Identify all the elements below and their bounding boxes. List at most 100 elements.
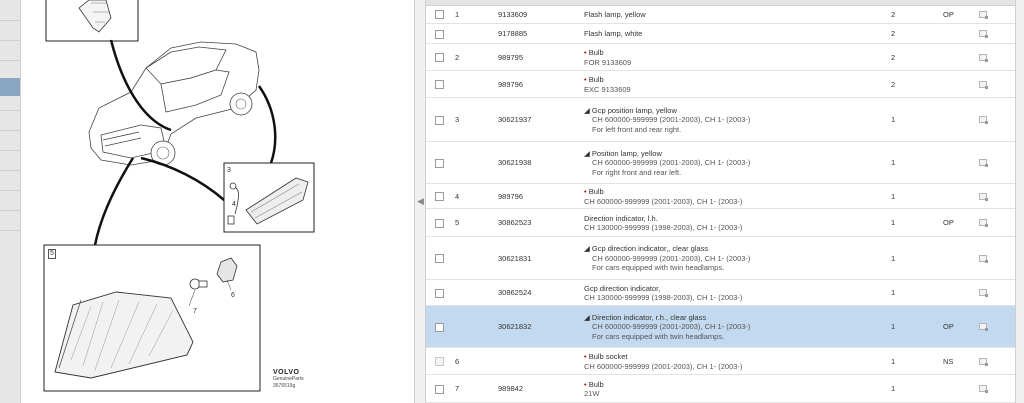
expand-triangle-icon[interactable]: ◢ xyxy=(584,244,592,253)
part-number: 989842 xyxy=(498,384,524,394)
description-detail: CH 600000-999999 (2001-2003), CH 1- (200… xyxy=(592,158,751,168)
left-nav-selected-item[interactable] xyxy=(0,78,20,96)
quantity: 1 xyxy=(891,253,896,263)
part-number: 9133609 xyxy=(498,9,528,19)
add-to-list-icon[interactable] xyxy=(979,192,988,201)
description-title: Flash lamp, white xyxy=(584,29,643,39)
add-to-list-icon[interactable] xyxy=(979,219,988,227)
parts-table: 1 9133609 Flash lamp, yellow 2 OP 9178885 Flas… xyxy=(426,0,1016,403)
diagram-number: 3576519g xyxy=(273,383,296,389)
brand-subtitle: GenuineParts xyxy=(273,376,304,382)
add-to-list-icon[interactable] xyxy=(979,53,988,62)
description-detail: CH 600000-999999 (2001-2003), CH 1- (200… xyxy=(592,322,751,332)
volvo-brand-mark: VOLVO GenuineParts 3576519g xyxy=(273,369,304,390)
description-title: Gcp direction indicator, xyxy=(584,283,661,293)
position-number: 6 xyxy=(455,356,460,366)
table-row[interactable]: 1 9133609 Flash lamp, yellow 2 OP xyxy=(426,5,1015,24)
add-to-list-icon[interactable] xyxy=(979,116,988,124)
position-number: 3 xyxy=(455,115,460,125)
row-checkbox[interactable] xyxy=(435,322,444,332)
table-row[interactable]: 9178885 Flash lamp, white 2 xyxy=(426,24,1015,44)
row-checkbox[interactable] xyxy=(435,254,444,263)
table-row[interactable]: 30621831 ◢ Gcp direction indicator,, clea… xyxy=(426,237,1015,280)
row-checkbox[interactable] xyxy=(435,80,444,89)
callout-6: 6 xyxy=(231,292,235,299)
part-description: ◢ Position lamp, yellow CH 600000-999999 … xyxy=(584,149,750,178)
row-checkbox[interactable] xyxy=(435,384,444,394)
row-checkbox[interactable] xyxy=(435,53,444,62)
quantity: 1 xyxy=(891,322,896,332)
part-number: 9178885 xyxy=(498,29,528,39)
row-checkbox xyxy=(435,357,444,366)
description-detail: For right front and rear left. xyxy=(592,167,682,177)
row-checkbox[interactable] xyxy=(435,192,444,201)
position-number: 1 xyxy=(455,9,460,19)
table-row[interactable]: 6 • Bulb socket CH 600000-999999 (2001-200… xyxy=(426,348,1015,375)
left-nav-strip xyxy=(0,0,20,403)
right-margin xyxy=(1016,0,1024,403)
table-row[interactable]: 30621938 ◢ Position lamp, yellow CH 600000… xyxy=(426,142,1015,184)
part-number: 30621938 xyxy=(498,158,532,168)
collapse-arrow-icon[interactable]: ◀ xyxy=(417,196,424,207)
callout-3: 3 xyxy=(227,167,231,174)
row-checkbox[interactable] xyxy=(435,115,444,125)
callout-7: 7 xyxy=(193,308,197,315)
part-description: • Bulb 21W xyxy=(584,380,604,399)
row-checkbox[interactable] xyxy=(435,29,444,39)
part-description: Flash lamp, yellow xyxy=(584,10,646,20)
add-to-list-icon[interactable] xyxy=(979,385,988,393)
table-row[interactable]: 2 989795 • Bulb FOR 9133609 2 xyxy=(426,44,1015,71)
description-title: Bulb xyxy=(588,187,604,196)
quantity: 1 xyxy=(891,288,896,298)
description-title: Bulb xyxy=(588,75,604,84)
row-checkbox[interactable] xyxy=(435,158,444,168)
table-row[interactable]: 30621832 ◢ Direction indicator, r.h., cle… xyxy=(426,306,1015,348)
add-to-list-icon[interactable] xyxy=(979,254,988,263)
table-row[interactable]: 3 30621937 ◢ Gcp position lamp, yellow CH 6… xyxy=(426,98,1015,142)
brand-logo: VOLVO xyxy=(273,369,300,376)
parts-exploded-diagram xyxy=(43,0,315,392)
add-to-list-icon[interactable] xyxy=(979,10,988,19)
description-detail: CH 600000-999999 (2001-2003), CH 1- (200… xyxy=(584,361,743,371)
row-checkbox[interactable] xyxy=(435,10,444,19)
row-checkbox[interactable] xyxy=(435,218,444,228)
expand-triangle-icon[interactable]: ◢ xyxy=(584,313,592,322)
quantity: 1 xyxy=(891,191,896,201)
table-row[interactable]: 989796 • Bulb EXC 9133609 2 xyxy=(426,71,1015,98)
row-checkbox[interactable] xyxy=(435,288,444,298)
table-row[interactable]: 4 989796 • Bulb CH 600000-999999 (2001-2003… xyxy=(426,184,1015,209)
part-description: Flash lamp, white xyxy=(584,29,642,39)
add-to-list-icon[interactable] xyxy=(979,80,988,89)
add-to-list-icon[interactable] xyxy=(979,30,988,38)
note-code: OP xyxy=(943,322,954,332)
add-to-list-icon[interactable] xyxy=(979,159,988,167)
quantity: 1 xyxy=(891,158,896,168)
description-detail: CH 600000-999999 (2001-2003), CH 1- (200… xyxy=(592,253,751,263)
table-row[interactable]: 7 989842 • Bulb 21W 1 xyxy=(426,375,1015,403)
table-row[interactable]: 30862524 Gcp direction indicator, CH 13000… xyxy=(426,280,1015,306)
part-description: ◢ Gcp position lamp, yellow CH 600000-999… xyxy=(584,106,750,135)
expand-triangle-icon[interactable]: ◢ xyxy=(584,149,592,158)
callout-5: 5 xyxy=(48,249,56,259)
description-detail: CH 130000-999999 (1998-2003), CH 1- (200… xyxy=(584,223,743,232)
part-description: Gcp direction indicator, CH 130000-999999… xyxy=(584,284,742,303)
description-detail: CH 130000-999999 (1998-2003), CH 1- (200… xyxy=(584,293,743,302)
description-detail: For cars equipped with twin headlamps. xyxy=(592,331,725,341)
part-description: • Bulb CH 600000-999999 (2001-2003), CH 1… xyxy=(584,187,742,206)
expand-triangle-icon[interactable]: ◢ xyxy=(584,106,592,115)
quantity: 1 xyxy=(891,384,896,394)
position-number: 2 xyxy=(455,52,460,62)
description-detail: FOR 9133609 xyxy=(584,57,632,67)
description-detail: EXC 9133609 xyxy=(584,84,631,94)
panel-splitter[interactable]: ◀ xyxy=(414,0,426,403)
table-row[interactable]: 5 30862523 Direction indicator, l.h. CH 130… xyxy=(426,209,1015,237)
part-description: ◢ Gcp direction indicator,, clear glass C… xyxy=(584,244,750,273)
description-detail: For left front and rear right. xyxy=(592,124,682,134)
add-to-list-icon[interactable] xyxy=(979,323,988,331)
part-number: 30621832 xyxy=(498,322,532,332)
description-title: Gcp position lamp, yellow xyxy=(591,105,677,115)
add-to-list-icon[interactable] xyxy=(979,289,988,297)
part-description: Direction indicator, l.h. CH 130000-99999… xyxy=(584,214,742,233)
add-to-list-icon[interactable] xyxy=(979,357,988,366)
part-number: 989796 xyxy=(498,191,524,201)
